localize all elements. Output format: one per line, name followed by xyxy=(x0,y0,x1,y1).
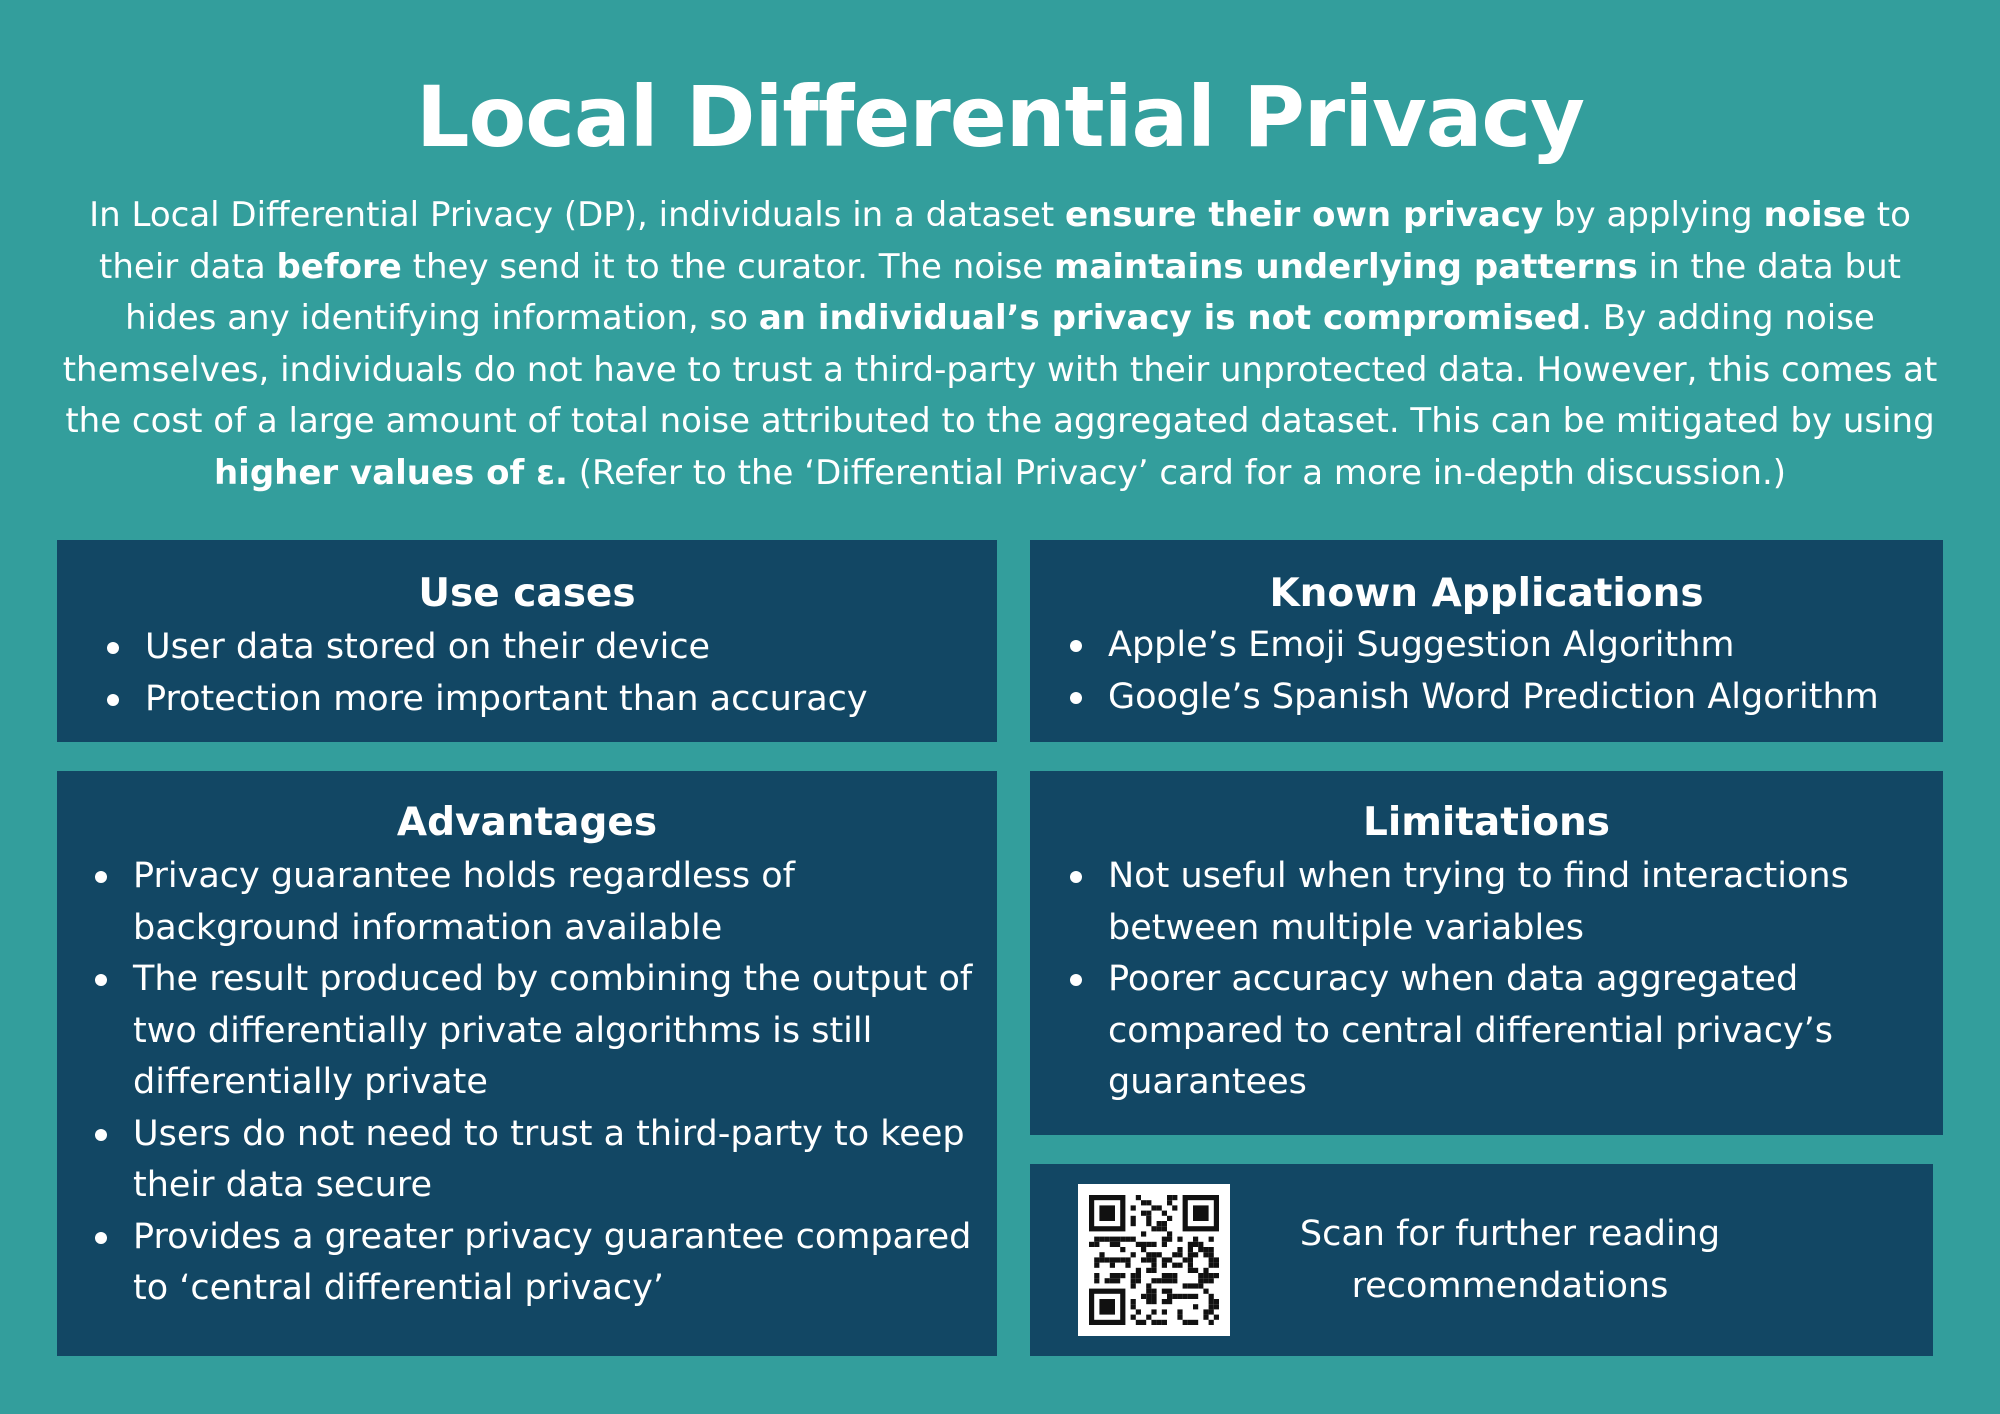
intro-emphasis: an individual’s privacy is not compromis… xyxy=(758,298,1582,338)
use-cases-heading: Use cases xyxy=(418,571,636,616)
list-item: Privacy guarantee holds regardless of ba… xyxy=(95,851,975,954)
intro-emphasis: higher values of ε. xyxy=(213,452,568,493)
qr-code-graphic xyxy=(1089,1195,1219,1325)
list-item: The result produced by combining the out… xyxy=(95,954,975,1109)
known-applications-card: Known Applications Apple’s Emoji Suggest… xyxy=(1030,540,1943,742)
known-applications-heading: Known Applications xyxy=(1269,571,1704,616)
limitations-card: Limitations Not useful when trying to fi… xyxy=(1030,771,1943,1135)
intro-emphasis: ensure their own privacy xyxy=(1065,195,1544,235)
page-title: Local Differential Privacy xyxy=(416,68,1585,166)
limitations-heading: Limitations xyxy=(1363,800,1610,845)
intro-text: (Refer to the ‘Differential Privacy’ car… xyxy=(567,452,1787,493)
intro-emphasis: before xyxy=(276,246,402,287)
known-applications-list: Apple’s Emoji Suggestion Algorithm Googl… xyxy=(1070,620,1930,723)
qr-code-icon[interactable] xyxy=(1078,1184,1230,1336)
advantages-list: Privacy guarantee holds regardless of ba… xyxy=(95,851,975,1315)
use-cases-card: Use cases User data stored on their devi… xyxy=(57,540,997,742)
list-item: Google’s Spanish Word Prediction Algorit… xyxy=(1070,672,1930,724)
list-item: Protection more important than accuracy xyxy=(107,674,967,726)
intro-paragraph: In Local Differential Privacy (DP), indi… xyxy=(60,190,1940,499)
qr-caption: Scan for further reading recommendations xyxy=(1299,1214,1721,1306)
list-item: Provides a greater privacy guarantee com… xyxy=(95,1212,975,1315)
qr-card: Scan for further reading recommendations xyxy=(1030,1164,1933,1356)
list-item: Apple’s Emoji Suggestion Algorithm xyxy=(1070,620,1930,672)
intro-text: In Local Differential Privacy (DP), indi… xyxy=(89,195,1065,235)
advantages-card: Advantages Privacy guarantee holds regar… xyxy=(57,771,997,1356)
intro-emphasis: maintains underlying patterns xyxy=(1054,246,1638,287)
intro-text: by applying xyxy=(1543,195,1764,235)
limitations-list: Not useful when trying to find interacti… xyxy=(1070,851,1890,1109)
list-item: User data stored on their device xyxy=(107,622,967,674)
list-item: Poorer accuracy when data aggregated com… xyxy=(1070,954,1890,1109)
list-item: Not useful when trying to find interacti… xyxy=(1070,851,1890,954)
intro-emphasis: noise xyxy=(1763,195,1866,235)
advantages-heading: Advantages xyxy=(396,800,658,845)
list-item: Users do not need to trust a third-party… xyxy=(95,1109,975,1212)
intro-text: they send it to the curator. The noise xyxy=(401,246,1055,287)
use-cases-list: User data stored on their device Protect… xyxy=(107,622,967,725)
